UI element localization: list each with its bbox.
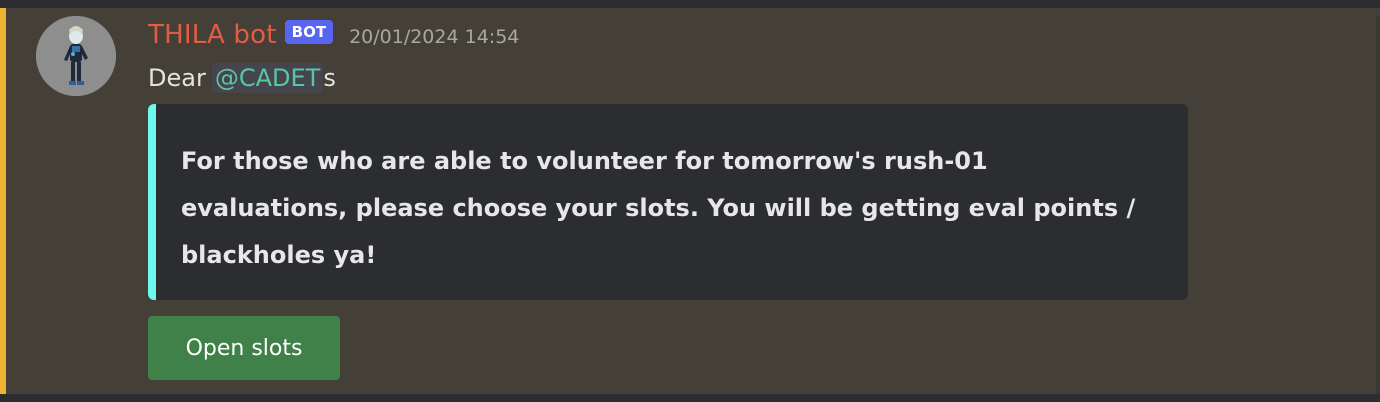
bottom-divider <box>0 394 1380 402</box>
bot-avatar-icon[interactable] <box>36 16 116 96</box>
message-timestamp: 20/01/2024 14:54 <box>349 26 520 48</box>
embed-accent-bar <box>148 104 156 300</box>
open-slots-button[interactable]: Open slots <box>148 316 340 380</box>
chat-message[interactable]: THILA bot BOT 20/01/2024 14:54 Dear @CAD… <box>0 8 1380 402</box>
message-header: THILA bot BOT 20/01/2024 14:54 <box>148 18 519 52</box>
message-content: Dear @CADET s <box>148 60 336 96</box>
embed-description: For those who are able to volunteer for … <box>181 138 1161 279</box>
bot-badge: BOT <box>284 20 334 44</box>
right-edge <box>1376 16 1380 402</box>
role-mention[interactable]: @CADET <box>211 63 324 93</box>
mention-highlight-bar <box>0 8 6 394</box>
embed-line: blackholes ya! <box>181 241 377 269</box>
author-name[interactable]: THILA bot <box>148 20 277 50</box>
message-embed: For those who are able to volunteer for … <box>148 104 1188 300</box>
content-suffix: s <box>323 64 336 92</box>
embed-line: For those who are able to volunteer for … <box>181 147 988 175</box>
embed-line: evaluations, please choose your slots. Y… <box>181 194 1136 222</box>
content-prefix: Dear <box>148 64 206 92</box>
top-divider <box>0 0 1380 8</box>
